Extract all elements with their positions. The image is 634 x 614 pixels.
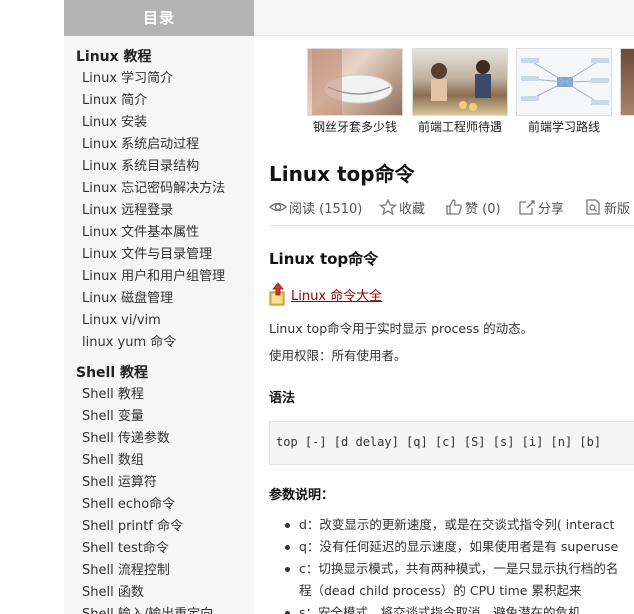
intro-text: Linux top命令用于实时显示 process 的动态。: [269, 321, 534, 336]
sidebar-item[interactable]: Shell 教程: [64, 384, 254, 406]
command-index-link[interactable]: Linux 命令大全: [291, 285, 382, 304]
article-title: Linux top命令: [269, 162, 415, 186]
thumb-card[interactable]: 钢丝牙套多少钱: [307, 48, 403, 135]
sidebar-item[interactable]: Shell 数组: [64, 450, 254, 472]
sidebar-list-linux: Linux 学习简介 Linux 简介 Linux 安装 Linux 系统启动过…: [64, 68, 254, 354]
sidebar-heading: 目录: [64, 0, 254, 36]
list-item: s：安全模式，将交谈式指令取消，避免潜在的危机: [269, 602, 618, 614]
thumb-image: [307, 48, 403, 116]
param-text-continued: 程（dead child process）的 CPU time 累积起来: [299, 583, 582, 598]
param-text: d：改变显示的更新速度，或是在交谈式指令列( interact: [299, 517, 615, 532]
sidebar-item[interactable]: Shell 传递参数: [64, 428, 254, 450]
list-item: c：切换显示模式，共有两种模式，一是只显示执行档的名 程（dead child …: [269, 558, 618, 602]
sidebar-list-shell: Shell 教程 Shell 变量 Shell 传递参数 Shell 数组 Sh…: [64, 384, 254, 614]
thumb-caption: 前端学习路线: [527, 120, 600, 134]
sidebar: 目录 Linux 教程 Linux 学习简介 Linux 简介 Linux 安装…: [64, 0, 254, 614]
sidebar-item[interactable]: Linux 简介: [64, 90, 254, 112]
eye-icon: [269, 202, 287, 212]
left-gutter: [0, 0, 64, 614]
sidebar-section-shell: Shell 教程: [76, 365, 149, 381]
favorite-button[interactable]: 收藏: [379, 196, 425, 218]
thumb-image: [516, 48, 612, 116]
thumb-card[interactable]: 前端学习路线: [516, 48, 612, 135]
sidebar-item[interactable]: Shell echo命令: [64, 494, 254, 516]
syntax-heading: 语法: [269, 391, 296, 406]
permission-text: 使用权限：所有使用者。: [269, 348, 407, 363]
sidebar-item[interactable]: Shell 输入/输出重定向: [64, 604, 254, 614]
thumb-card[interactable]: [620, 48, 634, 116]
param-text: q：没有任何延迟的显示速度，如果使用者是有 superuse: [299, 539, 619, 554]
bullet: [285, 523, 290, 528]
read-count: 阅读 (1510): [269, 196, 362, 218]
like-button[interactable]: 赞 (0): [445, 196, 501, 218]
sidebar-item[interactable]: Linux 文件与目录管理: [64, 244, 254, 266]
sidebar-item[interactable]: Linux 学习简介: [64, 68, 254, 90]
share-icon: [519, 200, 535, 215]
param-text: c：切换显示模式，共有两种模式，一是只显示执行档的名: [299, 561, 619, 576]
star-icon: [379, 199, 397, 215]
syntax-code: top [-] [d delay] [q] [c] [S] [s] [i] [n…: [276, 435, 602, 449]
sidebar-item[interactable]: Linux 安装: [64, 112, 254, 134]
share-button[interactable]: 分享: [518, 196, 564, 218]
syntax-code-block: top [-] [d delay] [q] [c] [S] [s] [i] [n…: [269, 421, 634, 465]
sidebar-item[interactable]: Linux 用户和用户组管理: [64, 266, 254, 288]
new-version-button[interactable]: 新版: [584, 196, 630, 218]
sidebar-item[interactable]: Linux 远程登录: [64, 200, 254, 222]
param-text: s：安全模式，将交谈式指令取消，避免潜在的危机: [299, 605, 581, 614]
read-count-label: 阅读 (1510): [289, 201, 363, 217]
document-icon: [586, 199, 600, 215]
thumb-image: [620, 48, 634, 116]
sidebar-item[interactable]: Linux 文件基本属性: [64, 222, 254, 244]
thumb-caption: 前端工程师待遇: [417, 120, 502, 134]
list-item: d：改变显示的更新速度，或是在交谈式指令列( interact: [269, 514, 618, 536]
thumb-image: [412, 48, 508, 116]
thumb-caption: 钢丝牙套多少钱: [312, 120, 397, 134]
sidebar-item[interactable]: Linux 系统启动过程: [64, 134, 254, 156]
command-index-link-row: Linux 命令大全: [269, 280, 382, 306]
sidebar-item[interactable]: Linux 磁盘管理: [64, 288, 254, 310]
params-heading: 参数说明：: [269, 488, 335, 503]
thumbs-up-icon: [446, 199, 462, 215]
bullet: [285, 545, 290, 550]
thumb-card[interactable]: 前端工程师待遇: [412, 48, 508, 135]
sidebar-item[interactable]: Shell 变量: [64, 406, 254, 428]
section-heading: Linux top命令: [269, 250, 379, 268]
sidebar-item[interactable]: Shell 运算符: [64, 472, 254, 494]
sidebar-item[interactable]: linux yum 命令: [64, 332, 254, 354]
book-up-icon: [269, 282, 285, 306]
sidebar-item[interactable]: Shell test命令: [64, 538, 254, 560]
new-version-label: 新版: [604, 201, 631, 217]
share-label: 分享: [538, 201, 565, 217]
sidebar-item[interactable]: Shell 函数: [64, 582, 254, 604]
sidebar-section-linux: Linux 教程: [76, 49, 152, 65]
like-label: 赞 (0): [465, 201, 501, 217]
sidebar-item[interactable]: Shell printf 命令: [64, 516, 254, 538]
sidebar-item[interactable]: Linux 忘记密码解决方法: [64, 178, 254, 200]
top-strip: [254, 0, 634, 36]
params-list: d：改变显示的更新速度，或是在交谈式指令列( interact q：没有任何延迟…: [269, 514, 618, 614]
bullet: [285, 567, 290, 572]
sidebar-item[interactable]: Shell 流程控制: [64, 560, 254, 582]
article-main: 钢丝牙套多少钱 前端工程师待遇 前端学习路线 Linux top命令 阅读 (1…: [254, 36, 634, 614]
divider: [269, 225, 634, 226]
favorite-label: 收藏: [399, 201, 426, 217]
sidebar-item[interactable]: Linux 系统目录结构: [64, 156, 254, 178]
sidebar-item[interactable]: Linux vi/vim: [64, 310, 254, 332]
list-item: q：没有任何延迟的显示速度，如果使用者是有 superuse: [269, 536, 618, 558]
